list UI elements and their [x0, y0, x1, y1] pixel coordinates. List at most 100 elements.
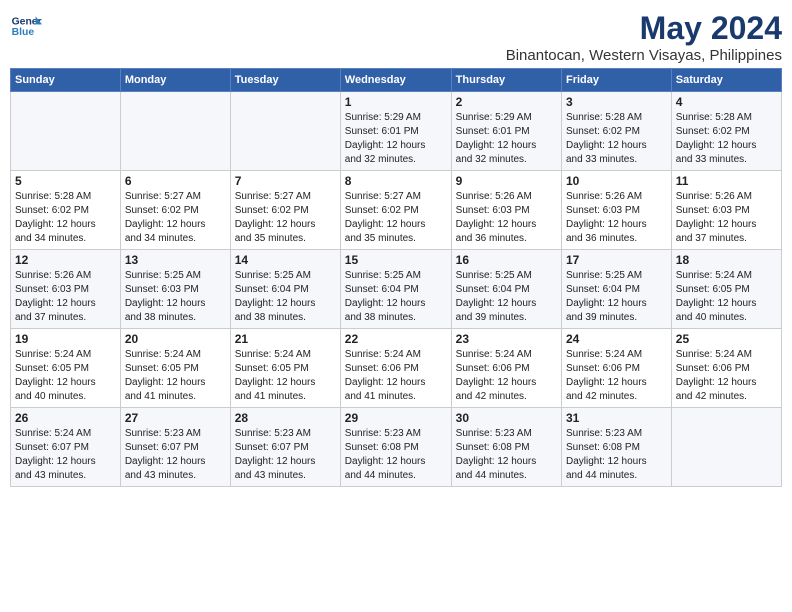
calendar-cell: 12Sunrise: 5:26 AM Sunset: 6:03 PM Dayli… — [11, 250, 121, 329]
day-info: Sunrise: 5:27 AM Sunset: 6:02 PM Dayligh… — [345, 190, 447, 246]
day-info: Sunrise: 5:27 AM Sunset: 6:02 PM Dayligh… — [235, 190, 336, 246]
day-info: Sunrise: 5:25 AM Sunset: 6:04 PM Dayligh… — [456, 269, 557, 325]
day-number: 2 — [456, 95, 557, 109]
calendar-cell: 10 Sunrise: 5:26 AM Sunset: 6:03 PM Dayli… — [561, 171, 671, 250]
day-number: 19 — [15, 332, 116, 346]
day-number: 27 — [125, 411, 226, 425]
week-row-1: 1 Sunrise: 5:29 AM Sunset: 6:01 PM Daylig… — [11, 92, 782, 171]
day-number: 23 — [456, 332, 557, 346]
day-number: 3 — [566, 95, 667, 109]
calendar-cell: 13 Sunrise: 5:25 AM Sunset: 6:03 PM Dayli… — [120, 250, 230, 329]
column-header-wednesday: Wednesday — [340, 69, 451, 92]
calendar-cell: 8 Sunrise: 5:27 AM Sunset: 6:02 PM Daylig… — [340, 171, 451, 250]
day-info: Sunrise: 5:28 AM Sunset: 6:02 PM Dayligh… — [15, 190, 116, 246]
calendar-cell: 27 Sunrise: 5:23 AM Sunset: 6:07 PM Dayli… — [120, 408, 230, 487]
calendar-cell: 5 Sunrise: 5:28 AM Sunset: 6:02 PM Daylig… — [11, 171, 121, 250]
day-number: 5 — [15, 174, 116, 188]
day-number: 6 — [125, 174, 226, 188]
day-info: Sunrise: 5:28 AM Sunset: 6:02 PM Dayligh… — [566, 111, 667, 167]
week-row-5: 26 Sunrise: 5:24 AM Sunset: 6:07 PM Dayli… — [11, 408, 782, 487]
day-number: 30 — [456, 411, 557, 425]
calendar-cell: 14 Sunrise: 5:25 AM Sunset: 6:04 PM Dayli… — [230, 250, 340, 329]
day-info: Sunrise: 5:24 AM Sunset: 6:06 PM Dayligh… — [456, 348, 557, 404]
day-number: 24 — [566, 332, 667, 346]
day-number: 26 — [15, 411, 116, 425]
calendar-cell: 20Sunrise: 5:24 AM Sunset: 6:05 PM Dayli… — [120, 329, 230, 408]
calendar-cell: 22 Sunrise: 5:24 AM Sunset: 6:06 PM Dayli… — [340, 329, 451, 408]
day-number: 29 — [345, 411, 447, 425]
day-number: 22 — [345, 332, 447, 346]
calendar-cell: 7Sunrise: 5:27 AM Sunset: 6:02 PM Daylig… — [230, 171, 340, 250]
calendar-cell: 24 Sunrise: 5:24 AM Sunset: 6:06 PM Dayli… — [561, 329, 671, 408]
title-block: May 2024 Binantocan, Western Visayas, Ph… — [506, 10, 782, 64]
header-row: SundayMondayTuesdayWednesdayThursdayFrid… — [11, 69, 782, 92]
day-number: 25 — [676, 332, 777, 346]
day-info: Sunrise: 5:26 AM Sunset: 6:03 PM Dayligh… — [566, 190, 667, 246]
day-number: 4 — [676, 95, 777, 109]
calendar-cell: 31 Sunrise: 5:23 AM Sunset: 6:08 PM Dayli… — [561, 408, 671, 487]
week-row-3: 12Sunrise: 5:26 AM Sunset: 6:03 PM Dayli… — [11, 250, 782, 329]
day-number: 18 — [676, 253, 777, 267]
calendar-cell: 16 Sunrise: 5:25 AM Sunset: 6:04 PM Dayli… — [451, 250, 561, 329]
page-subtitle: Binantocan, Western Visayas, Philippines — [506, 47, 782, 64]
page-header: General Blue May 2024 Binantocan, Wester… — [10, 10, 782, 64]
column-header-thursday: Thursday — [451, 69, 561, 92]
day-number: 16 — [456, 253, 557, 267]
day-number: 13 — [125, 253, 226, 267]
day-info: Sunrise: 5:27 AM Sunset: 6:02 PM Dayligh… — [125, 190, 226, 246]
calendar-cell: 25 Sunrise: 5:24 AM Sunset: 6:06 PM Dayli… — [671, 329, 781, 408]
calendar-cell: 4 Sunrise: 5:28 AM Sunset: 6:02 PM Daylig… — [671, 92, 781, 171]
day-number: 8 — [345, 174, 447, 188]
day-number: 20 — [125, 332, 226, 346]
calendar-cell: 17Sunrise: 5:25 AM Sunset: 6:04 PM Dayli… — [561, 250, 671, 329]
day-number: 31 — [566, 411, 667, 425]
day-info: Sunrise: 5:25 AM Sunset: 6:03 PM Dayligh… — [125, 269, 226, 325]
logo: General Blue — [10, 10, 42, 42]
day-info: Sunrise: 5:23 AM Sunset: 6:07 PM Dayligh… — [125, 427, 226, 483]
day-info: Sunrise: 5:24 AM Sunset: 6:06 PM Dayligh… — [676, 348, 777, 404]
calendar-cell: 3 Sunrise: 5:28 AM Sunset: 6:02 PM Daylig… — [561, 92, 671, 171]
calendar-cell — [230, 92, 340, 171]
day-info: Sunrise: 5:24 AM Sunset: 6:06 PM Dayligh… — [345, 348, 447, 404]
calendar-cell: 29 Sunrise: 5:23 AM Sunset: 6:08 PM Dayli… — [340, 408, 451, 487]
calendar-cell: 21 Sunrise: 5:24 AM Sunset: 6:05 PM Dayli… — [230, 329, 340, 408]
day-number: 10 — [566, 174, 667, 188]
calendar-cell — [11, 92, 121, 171]
day-info: Sunrise: 5:26 AM Sunset: 6:03 PM Dayligh… — [456, 190, 557, 246]
day-info: Sunrise: 5:23 AM Sunset: 6:08 PM Dayligh… — [345, 427, 447, 483]
day-info: Sunrise: 5:24 AM Sunset: 6:05 PM Dayligh… — [15, 348, 116, 404]
calendar-cell: 18 Sunrise: 5:24 AM Sunset: 6:05 PM Dayli… — [671, 250, 781, 329]
day-info: Sunrise: 5:23 AM Sunset: 6:08 PM Dayligh… — [456, 427, 557, 483]
day-number: 11 — [676, 174, 777, 188]
calendar-cell: 6 Sunrise: 5:27 AM Sunset: 6:02 PM Daylig… — [120, 171, 230, 250]
calendar-cell: 1Sunrise: 5:29 AM Sunset: 6:01 PM Daylig… — [340, 92, 451, 171]
day-info: Sunrise: 5:26 AM Sunset: 6:03 PM Dayligh… — [676, 190, 777, 246]
column-header-monday: Monday — [120, 69, 230, 92]
day-number: 14 — [235, 253, 336, 267]
week-row-2: 5 Sunrise: 5:28 AM Sunset: 6:02 PM Daylig… — [11, 171, 782, 250]
day-info: Sunrise: 5:24 AM Sunset: 6:06 PM Dayligh… — [566, 348, 667, 404]
calendar-table: SundayMondayTuesdayWednesdayThursdayFrid… — [10, 68, 782, 487]
day-number: 1 — [345, 95, 447, 109]
logo-icon: General Blue — [10, 10, 42, 42]
day-info: Sunrise: 5:23 AM Sunset: 6:08 PM Dayligh… — [566, 427, 667, 483]
day-number: 15 — [345, 253, 447, 267]
calendar-cell: 28Sunrise: 5:23 AM Sunset: 6:07 PM Dayli… — [230, 408, 340, 487]
day-info: Sunrise: 5:24 AM Sunset: 6:05 PM Dayligh… — [235, 348, 336, 404]
column-header-sunday: Sunday — [11, 69, 121, 92]
calendar-cell: 19 Sunrise: 5:24 AM Sunset: 6:05 PM Dayli… — [11, 329, 121, 408]
day-info: Sunrise: 5:25 AM Sunset: 6:04 PM Dayligh… — [235, 269, 336, 325]
day-number: 21 — [235, 332, 336, 346]
calendar-cell: 11 Sunrise: 5:26 AM Sunset: 6:03 PM Dayli… — [671, 171, 781, 250]
day-info: Sunrise: 5:24 AM Sunset: 6:05 PM Dayligh… — [676, 269, 777, 325]
day-info: Sunrise: 5:28 AM Sunset: 6:02 PM Dayligh… — [676, 111, 777, 167]
day-number: 12 — [15, 253, 116, 267]
day-info: Sunrise: 5:29 AM Sunset: 6:01 PM Dayligh… — [456, 111, 557, 167]
calendar-cell — [120, 92, 230, 171]
calendar-cell: 30 Sunrise: 5:23 AM Sunset: 6:08 PM Dayli… — [451, 408, 561, 487]
calendar-cell: 26 Sunrise: 5:24 AM Sunset: 6:07 PM Dayli… — [11, 408, 121, 487]
calendar-cell — [671, 408, 781, 487]
day-number: 17 — [566, 253, 667, 267]
day-info: Sunrise: 5:23 AM Sunset: 6:07 PM Dayligh… — [235, 427, 336, 483]
day-info: Sunrise: 5:24 AM Sunset: 6:07 PM Dayligh… — [15, 427, 116, 483]
